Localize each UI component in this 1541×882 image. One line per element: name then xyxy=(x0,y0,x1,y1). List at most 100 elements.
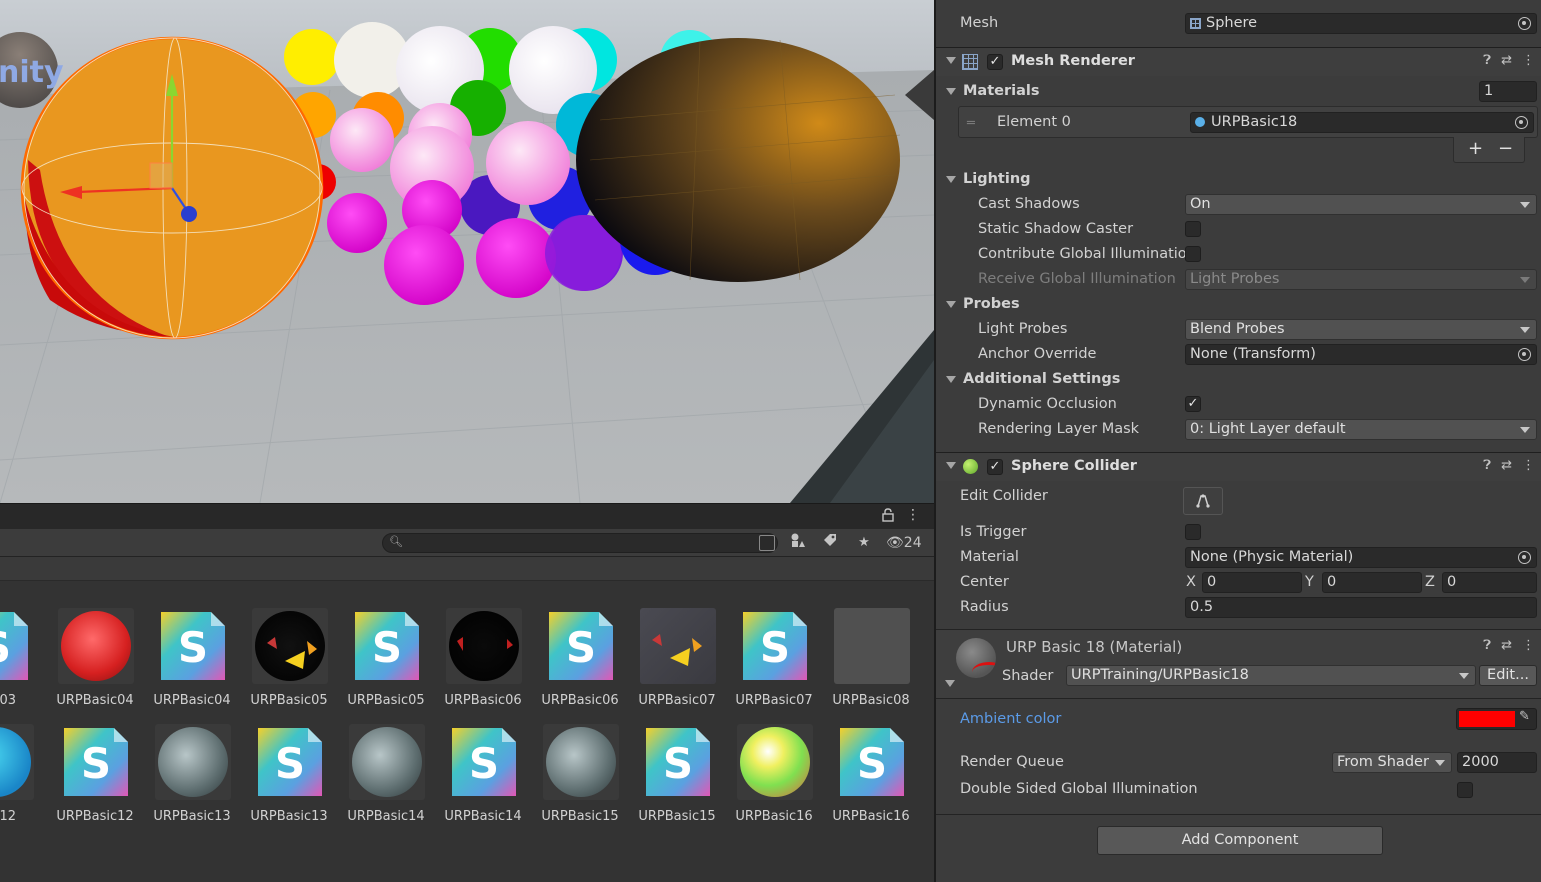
radius-row: Radius 0.5 xyxy=(936,595,1541,620)
shader-asset-icon: S xyxy=(543,608,619,684)
asset-item[interactable]: asic12 xyxy=(0,709,41,824)
drag-handle-icon[interactable]: ═ xyxy=(967,116,975,131)
foldout-arrow-icon[interactable] xyxy=(946,462,956,469)
preset-icon[interactable]: ⇄ xyxy=(1501,53,1512,68)
radius-field[interactable]: 0.5 xyxy=(1185,597,1537,618)
element-0-label: Element 0 xyxy=(997,114,1071,130)
foldout-arrow-icon[interactable] xyxy=(946,301,956,308)
foldout-arrow-icon[interactable] xyxy=(946,176,956,183)
shader-dropdown[interactable]: URPTraining/URPBasic18 xyxy=(1066,665,1476,686)
asset-item[interactable]: URPBasic04 xyxy=(49,593,141,708)
sphere-collider-header[interactable]: ✓ Sphere Collider ❓︎ ⇄ ⋮ xyxy=(936,452,1541,481)
foldout-arrow-icon[interactable] xyxy=(945,680,955,687)
asset-item[interactable]: S URPBasic05 xyxy=(340,593,432,708)
foldout-arrow-icon[interactable] xyxy=(946,376,956,383)
lighting-row[interactable]: Lighting xyxy=(936,167,1541,192)
center-y-field[interactable]: 0 xyxy=(1322,572,1422,593)
remove-element-button[interactable]: − xyxy=(1498,138,1513,159)
lock-icon[interactable] xyxy=(882,508,896,524)
collider-material-field[interactable]: None (Physic Material) xyxy=(1185,547,1537,568)
element-0-field[interactable]: URPBasic18 xyxy=(1190,112,1534,133)
context-menu-icon[interactable]: ⋮ xyxy=(1522,458,1535,473)
probes-row[interactable]: Probes xyxy=(936,292,1541,317)
materials-count-field[interactable]: 1 xyxy=(1479,81,1537,102)
sphere-collider-enabled-checkbox[interactable]: ✓ xyxy=(987,459,1003,475)
asset-item[interactable]: URPBasic07 xyxy=(631,593,723,708)
asset-item[interactable]: S URPBasic07 xyxy=(728,593,820,708)
hidden-packages-toggle[interactable]: 👁︎24 xyxy=(886,532,922,554)
asset-item[interactable]: S URPBasic04 xyxy=(146,593,238,708)
render-queue-mode-dropdown[interactable]: From Shader xyxy=(1332,752,1452,773)
project-tabbar: ⋮ xyxy=(0,503,934,529)
context-menu-icon[interactable]: ⋮ xyxy=(1522,53,1535,68)
shader-value: URPTraining/URPBasic18 xyxy=(1071,667,1249,683)
add-component-button[interactable]: Add Component xyxy=(1097,826,1383,855)
filter-by-type-icon[interactable] xyxy=(785,532,811,554)
asset-item[interactable]: S URPBasic16 xyxy=(825,709,917,824)
center-z-field[interactable]: 0 xyxy=(1442,572,1537,593)
eyedropper-icon[interactable]: ✎ xyxy=(1519,709,1530,724)
kebab-menu-icon[interactable]: ⋮ xyxy=(906,507,920,523)
asset-item[interactable]: URPBasic05 xyxy=(243,593,335,708)
asset-item[interactable]: URPBasic06 xyxy=(437,593,529,708)
search-by-type-icon[interactable] xyxy=(759,535,775,551)
asset-item[interactable]: URPBasic15 xyxy=(534,709,626,824)
center-x-label: X xyxy=(1186,574,1196,590)
material-icon xyxy=(1195,117,1205,127)
asset-item[interactable]: S URPBasic12 xyxy=(49,709,141,824)
rendering-layer-mask-dropdown[interactable]: 0: Light Layer default xyxy=(1185,419,1537,440)
search-input[interactable]: 🔍︎ xyxy=(382,533,778,553)
filter-by-label-icon[interactable] xyxy=(817,532,843,554)
scene-canvas[interactable]: nity xyxy=(0,0,934,503)
asset-label: URPBasic16 xyxy=(735,809,813,824)
favorites-star-icon[interactable]: ★ xyxy=(851,532,877,554)
object-picker-icon[interactable] xyxy=(1515,116,1528,129)
dynamic-occlusion-checkbox[interactable]: ✓ xyxy=(1185,396,1201,412)
center-x-field[interactable]: 0 xyxy=(1202,572,1302,593)
cast-shadows-dropdown[interactable]: On xyxy=(1185,194,1537,215)
context-menu-icon[interactable]: ⋮ xyxy=(1522,638,1535,653)
double-sided-gi-label: Double Sided Global Illumination xyxy=(960,781,1198,797)
asset-item[interactable]: S URPBasic06 xyxy=(534,593,626,708)
is-trigger-checkbox[interactable] xyxy=(1185,524,1201,540)
inspector-panel: Mesh Sphere ✓ Mesh Renderer ❓︎ ⇄ ⋮ Materia… xyxy=(934,0,1541,882)
additional-settings-row[interactable]: Additional Settings xyxy=(936,367,1541,392)
preset-icon[interactable]: ⇄ xyxy=(1501,458,1512,473)
help-icon[interactable]: ❓︎ xyxy=(1483,458,1491,473)
asset-item[interactable]: URPBasic08 xyxy=(825,593,917,708)
asset-item[interactable]: URPBasic16 xyxy=(728,709,820,824)
mesh-field[interactable]: Sphere xyxy=(1185,13,1537,34)
render-queue-value-field[interactable]: 2000 xyxy=(1457,752,1537,773)
scene-view[interactable]: nity xyxy=(0,0,934,503)
ambient-color-field[interactable]: ✎ xyxy=(1456,708,1537,730)
asset-item[interactable]: Sasic03 xyxy=(0,593,41,708)
add-element-button[interactable]: + xyxy=(1468,138,1483,159)
shader-letter: S xyxy=(81,739,111,788)
anchor-override-field[interactable]: None (Transform) xyxy=(1185,344,1537,365)
help-icon[interactable]: ❓︎ xyxy=(1483,638,1491,653)
asset-item[interactable]: S URPBasic13 xyxy=(243,709,335,824)
shader-edit-button[interactable]: Edit... xyxy=(1479,665,1537,686)
ambient-color-swatch[interactable] xyxy=(1459,711,1515,727)
static-shadow-caster-checkbox[interactable] xyxy=(1185,221,1201,237)
collider-material-value: None (Physic Material) xyxy=(1190,549,1354,565)
asset-item[interactable]: S URPBasic14 xyxy=(437,709,529,824)
mesh-renderer-header[interactable]: ✓ Mesh Renderer ❓︎ ⇄ ⋮ xyxy=(936,47,1541,76)
edit-collider-button[interactable] xyxy=(1183,487,1223,515)
light-probes-dropdown[interactable]: Blend Probes xyxy=(1185,319,1537,340)
object-picker-icon[interactable] xyxy=(1518,348,1531,361)
dropdown-arrow-icon xyxy=(1520,427,1530,433)
foldout-arrow-icon[interactable] xyxy=(946,88,956,95)
asset-item[interactable]: S URPBasic15 xyxy=(631,709,723,824)
asset-item[interactable]: URPBasic13 xyxy=(146,709,238,824)
foldout-arrow-icon[interactable] xyxy=(946,57,956,64)
double-sided-gi-checkbox[interactable] xyxy=(1457,782,1473,798)
mesh-renderer-enabled-checkbox[interactable]: ✓ xyxy=(987,54,1003,70)
object-picker-icon[interactable] xyxy=(1518,17,1531,30)
preset-icon[interactable]: ⇄ xyxy=(1501,638,1512,653)
asset-item[interactable]: URPBasic14 xyxy=(340,709,432,824)
center-y-label: Y xyxy=(1305,574,1314,590)
object-picker-icon[interactable] xyxy=(1518,551,1531,564)
help-icon[interactable]: ❓︎ xyxy=(1483,53,1491,68)
contribute-gi-checkbox[interactable] xyxy=(1185,246,1201,262)
